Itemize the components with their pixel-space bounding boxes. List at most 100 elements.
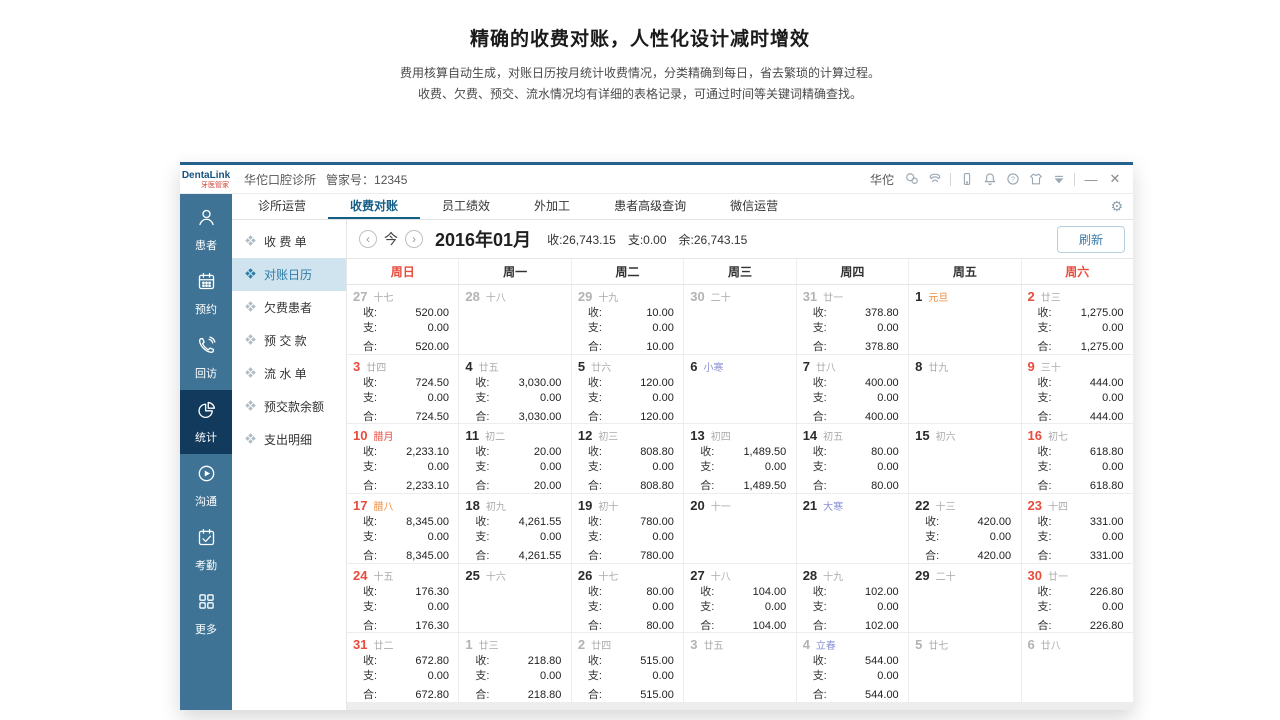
dropdown-icon[interactable] <box>1051 172 1066 187</box>
submenu-item-2[interactable]: 对账日历 <box>232 258 346 291</box>
sidebar-item-calendar[interactable]: 预约 <box>180 262 232 326</box>
calendar-day-cell[interactable]: 26十七收:80.00支:0.00合:80.00 <box>572 564 684 633</box>
theme-shirt-icon[interactable] <box>1028 172 1043 187</box>
calendar-day-cell[interactable]: 19初十收:780.00支:0.00合:780.00 <box>572 494 684 563</box>
total-label: 合: <box>363 619 377 633</box>
calendar-day-cell[interactable]: 2廿三收:1,275.00支:0.00合:1,275.00 <box>1022 285 1133 354</box>
calendar-day-cell[interactable]: 6廿八 <box>1022 633 1133 702</box>
calendar-day-cell[interactable]: 12初三收:808.80支:0.00合:808.80 <box>572 424 684 493</box>
calendar-day-cell[interactable]: 28十九收:102.00支:0.00合:102.00 <box>797 564 909 633</box>
calendar-day-cell[interactable]: 13初四收:1,489.50支:0.00合:1,489.50 <box>684 424 796 493</box>
minimize-button[interactable]: — <box>1083 172 1099 187</box>
calendar-day-cell[interactable]: 9三十收:444.00支:0.00合:444.00 <box>1022 355 1133 424</box>
tab-2[interactable]: 收费对账 <box>328 194 420 219</box>
lunar-label: 十一 <box>711 498 731 513</box>
calendar-day-cell[interactable]: 30廿一收:226.80支:0.00合:226.80 <box>1022 564 1133 633</box>
tab-5[interactable]: 患者高级查询 <box>592 194 708 219</box>
sidebar-item-play[interactable]: 沟通 <box>180 454 232 518</box>
calendar-day-cell[interactable]: 1元旦 <box>909 285 1021 354</box>
expense-value: 0.00 <box>540 391 561 406</box>
sidebar-item-person[interactable]: 患者 <box>180 198 232 262</box>
calendar-day-cell[interactable]: 29十九收:10.00支:0.00合:10.00 <box>572 285 684 354</box>
tab-6[interactable]: 微信运营 <box>708 194 800 219</box>
submenu-item-6[interactable]: 预交款余额 <box>232 390 346 423</box>
tab-1[interactable]: 诊所运营 <box>236 194 328 219</box>
weekday-header-6: 周五 <box>909 259 1021 284</box>
submenu-item-5[interactable]: 流 水 单 <box>232 357 346 390</box>
wechat-icon[interactable] <box>904 172 919 187</box>
income-label: 收: <box>1038 515 1052 530</box>
calendar-day-cell[interactable]: 8廿九 <box>909 355 1021 424</box>
help-icon[interactable]: ? <box>1005 172 1020 187</box>
calendar-day-cell[interactable]: 23十四收:331.00支:0.00合:331.00 <box>1022 494 1133 563</box>
calendar-day-cell[interactable]: 3廿四收:724.50支:0.00合:724.50 <box>347 355 459 424</box>
calendar-day-cell[interactable]: 6小寒 <box>684 355 796 424</box>
calendar-day-cell[interactable]: 17腊八收:8,345.00支:0.00合:8,345.00 <box>347 494 459 563</box>
calendar-day-cell[interactable]: 31廿一收:378.80支:0.00合:378.80 <box>797 285 909 354</box>
sidebar-item-label: 沟通 <box>195 493 217 509</box>
sidebar-item-phone[interactable]: 回访 <box>180 326 232 390</box>
total-value: 176.30 <box>415 619 449 633</box>
today-button[interactable]: 今 <box>384 229 398 249</box>
next-month-button[interactable]: › <box>405 230 423 248</box>
calendar-day-cell[interactable]: 24十五收:176.30支:0.00合:176.30 <box>347 564 459 633</box>
calendar-day-cell[interactable]: 25十六 <box>459 564 571 633</box>
submenu-item-1[interactable]: 收 费 单 <box>232 225 346 258</box>
sidebar-item-grid[interactable]: 更多 <box>180 582 232 646</box>
sidebar-item-check-calendar[interactable]: 考勤 <box>180 518 232 582</box>
tab-4[interactable]: 外加工 <box>512 194 592 219</box>
calendar-day-cell[interactable]: 21大寒 <box>797 494 909 563</box>
month-totals: 收:26,743.15支:0.00余:26,743.15 <box>547 231 747 248</box>
calendar-day-cell[interactable]: 1廿三收:218.80支:0.00合:218.80 <box>459 633 571 702</box>
calendar-day-cell[interactable]: 29二十 <box>909 564 1021 633</box>
refresh-button[interactable]: 刷新 <box>1057 226 1125 253</box>
calendar-day-cell[interactable]: 5廿七 <box>909 633 1021 702</box>
day-cell-header: 24十五 <box>353 568 453 583</box>
day-cell-header: 30二十 <box>690 289 790 304</box>
total-label: 合: <box>813 410 827 424</box>
day-number: 31 <box>353 637 367 652</box>
calendar-day-cell[interactable]: 7廿八收:400.00支:0.00合:400.00 <box>797 355 909 424</box>
total-row: 合:226.80 <box>1038 619 1124 633</box>
settings-gear-icon[interactable]: ⚙ <box>1110 194 1133 219</box>
calendar-day-cell[interactable]: 10腊月收:2,233.10支:0.00合:2,233.10 <box>347 424 459 493</box>
calendar-day-cell[interactable]: 27十七收:520.00支:0.00合:520.00 <box>347 285 459 354</box>
mobile-icon[interactable] <box>959 172 974 187</box>
calendar-day-cell[interactable]: 27十八收:104.00支:0.00合:104.00 <box>684 564 796 633</box>
submenu-item-3[interactable]: 欠费患者 <box>232 291 346 324</box>
calendar-day-cell[interactable]: 14初五收:80.00支:0.00合:80.00 <box>797 424 909 493</box>
calendar-day-cell[interactable]: 31廿二收:672.80支:0.00合:672.80 <box>347 633 459 702</box>
calendar-day-cell[interactable]: 11初二收:20.00支:0.00合:20.00 <box>459 424 571 493</box>
calendar-day-cell[interactable]: 30二十 <box>684 285 796 354</box>
submenu-item-4[interactable]: 预 交 款 <box>232 324 346 357</box>
expense-label: 支: <box>363 460 377 475</box>
calendar-day-cell[interactable]: 4廿五收:3,030.00支:0.00合:3,030.00 <box>459 355 571 424</box>
close-button[interactable]: ✕ <box>1107 171 1123 187</box>
total-row: 合:120.00 <box>588 410 674 424</box>
total-label: 合: <box>588 619 602 633</box>
calendar-day-cell[interactable]: 22十三收:420.00支:0.00合:420.00 <box>909 494 1021 563</box>
tab-3[interactable]: 员工绩效 <box>420 194 512 219</box>
total-row: 合:724.50 <box>363 410 449 424</box>
calendar-day-cell[interactable]: 20十一 <box>684 494 796 563</box>
calendar-day-cell[interactable]: 5廿六收:120.00支:0.00合:120.00 <box>572 355 684 424</box>
calendar-day-cell[interactable]: 15初六 <box>909 424 1021 493</box>
stat-value: 26,743.15 <box>694 233 747 247</box>
bell-icon[interactable] <box>982 172 997 187</box>
income-label: 收: <box>588 654 602 669</box>
calendar-day-cell[interactable]: 18初九收:4,261.55支:0.00合:4,261.55 <box>459 494 571 563</box>
day-number: 22 <box>915 498 929 513</box>
expense-value: 0.00 <box>652 530 673 545</box>
day-cell-header: 28十九 <box>803 568 903 583</box>
expense-row: 支:0.00 <box>813 669 899 684</box>
calendar-day-cell[interactable]: 16初七收:618.80支:0.00合:618.80 <box>1022 424 1133 493</box>
calendar-day-cell[interactable]: 2廿四收:515.00支:0.00合:515.00 <box>572 633 684 702</box>
calendar-day-cell[interactable]: 28十八 <box>459 285 571 354</box>
calendar-day-cell[interactable]: 3廿五 <box>684 633 796 702</box>
sidebar-item-pie[interactable]: 统计 <box>180 390 232 454</box>
day-amounts: 收:8,345.00支:0.00合:8,345.00 <box>363 515 449 563</box>
submenu-item-7[interactable]: 支出明细 <box>232 423 346 456</box>
prev-month-button[interactable]: ‹ <box>359 230 377 248</box>
service-phone-icon[interactable] <box>927 172 942 187</box>
calendar-day-cell[interactable]: 4立春收:544.00支:0.00合:544.00 <box>797 633 909 702</box>
